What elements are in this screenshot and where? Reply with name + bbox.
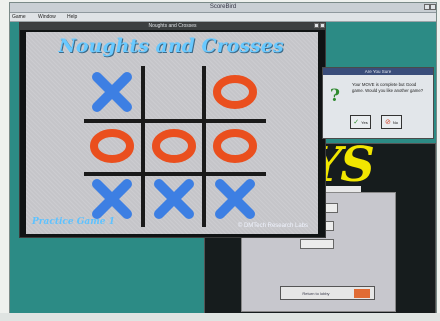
- dialog-titlebar: Are You Sure: [323, 68, 433, 75]
- game-close-button[interactable]: [320, 23, 325, 28]
- game-window-title: Noughts and Crosses: [148, 23, 197, 29]
- dialog-message: Your MOVE is complete but Good game. Wou…: [352, 82, 424, 93]
- game-heading: Noughts and Crosses: [58, 35, 284, 57]
- o-mark-icon: [211, 74, 259, 115]
- board-cell-3[interactable]: [84, 123, 139, 173]
- board-cell-7[interactable]: [146, 176, 201, 226]
- menubar: Game Window Help: [10, 13, 436, 22]
- check-icon: ✓: [353, 118, 360, 126]
- back-panel-button-3[interactable]: [300, 239, 334, 249]
- o-mark-icon: [211, 128, 259, 169]
- dialog-body: ? Your MOVE is complete but Good game. W…: [323, 75, 433, 138]
- menu-help[interactable]: Help: [67, 13, 77, 21]
- board-cell-4[interactable]: [146, 123, 201, 173]
- bottom-bar: [0, 313, 440, 321]
- app-titlebar: ScoreBird: [10, 3, 436, 13]
- app-title: ScoreBird: [209, 4, 237, 10]
- screen: ScoreBird Game Window Help Return to lob…: [9, 2, 437, 318]
- question-icon: ?: [330, 86, 340, 106]
- app-maximize-button[interactable]: [430, 4, 436, 10]
- no-button-label: No: [392, 119, 398, 125]
- return-button-label: Return to lobby: [302, 291, 330, 296]
- confirm-dialog: Are You Sure ? Your MOVE is complete but…: [322, 67, 434, 139]
- board-cell-1[interactable]: [146, 69, 201, 119]
- copyright-label: © DMTech Research Labs: [237, 223, 308, 229]
- return-button[interactable]: Return to lobby: [280, 286, 375, 300]
- board-cell-5[interactable]: [207, 123, 262, 173]
- menu-game[interactable]: Game: [12, 13, 26, 21]
- x-mark-icon: [91, 71, 133, 118]
- board-cell-8[interactable]: [207, 176, 262, 226]
- no-button[interactable]: ⊘ No: [381, 115, 402, 129]
- yes-button-label: Yes: [361, 119, 368, 125]
- grid-line-v1: [141, 66, 145, 227]
- x-mark-icon: [153, 178, 195, 225]
- game-minimize-button[interactable]: [314, 23, 319, 28]
- yes-button[interactable]: ✓ Yes: [350, 115, 371, 129]
- game-titlebar: Noughts and Crosses: [20, 23, 325, 30]
- game-window: Noughts and Crosses Noughts and Crosses …: [19, 22, 326, 238]
- o-mark-icon: [150, 128, 198, 169]
- no-icon: ⊘: [385, 118, 391, 126]
- dialog-title: Are You Sure: [364, 69, 392, 74]
- practice-label: Practice Game 1: [32, 217, 115, 227]
- o-mark-icon: [88, 128, 136, 169]
- x-mark-icon: [214, 178, 256, 225]
- board-cell-0[interactable]: [84, 69, 139, 119]
- grid-line-v2: [202, 66, 206, 227]
- arrow-right-icon: [354, 289, 370, 298]
- menu-window[interactable]: Window: [38, 13, 56, 21]
- board-cell-2[interactable]: [207, 69, 262, 119]
- game-board: Noughts and Crosses Practice Game 1 © DM…: [26, 32, 318, 234]
